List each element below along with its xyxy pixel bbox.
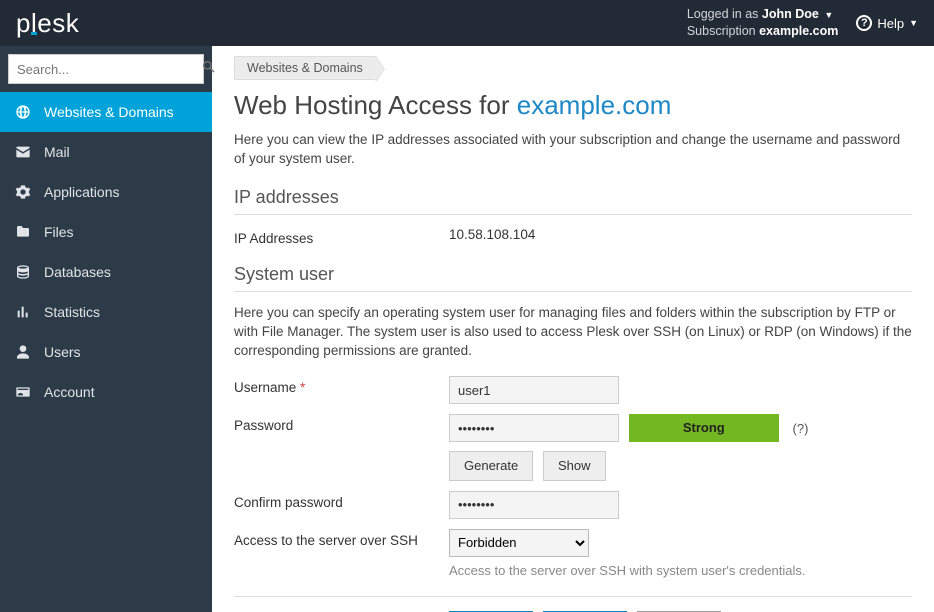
- sidebar-item-applications[interactable]: Applications: [0, 172, 212, 212]
- search-input[interactable]: [9, 62, 201, 77]
- sidebar-item-files[interactable]: Files: [0, 212, 212, 252]
- username-label: Username *: [234, 376, 449, 395]
- ssh-access-select[interactable]: Forbidden: [449, 529, 589, 557]
- sidebar-item-label: Mail: [44, 144, 70, 160]
- ssh-note: Access to the server over SSH with syste…: [449, 563, 912, 578]
- password-hint-icon[interactable]: (?): [793, 415, 809, 443]
- help-label: Help: [877, 16, 904, 31]
- folder-icon: [14, 224, 32, 240]
- side-nav: Websites & Domains Mail Applications Files D…: [0, 92, 212, 412]
- confirm-password-input[interactable]: [449, 491, 619, 519]
- search-box[interactable]: [8, 54, 204, 84]
- subscription-prefix: Subscription: [687, 24, 756, 38]
- password-strength-badge: Strong: [629, 414, 779, 442]
- help-menu[interactable]: ? Help ▼: [856, 15, 918, 31]
- chevron-down-icon[interactable]: ▼: [824, 10, 833, 20]
- sidebar: Websites & Domains Mail Applications Files D…: [0, 46, 212, 612]
- username-input[interactable]: [449, 376, 619, 404]
- mail-icon: [14, 144, 32, 160]
- ssh-access-label: Access to the server over SSH: [234, 529, 449, 548]
- page-title-prefix: Web Hosting Access for: [234, 90, 517, 120]
- subscription-value[interactable]: example.com: [759, 24, 838, 38]
- intro-text: Here you can view the IP addresses assoc…: [234, 131, 912, 169]
- sidebar-item-label: Files: [44, 224, 74, 240]
- sysuser-desc: Here you can specify an operating system…: [234, 304, 912, 361]
- login-block: Logged in as John Doe ▼ Subscription exa…: [687, 6, 839, 41]
- ip-label: IP Addresses: [234, 227, 449, 246]
- sidebar-item-databases[interactable]: Databases: [0, 252, 212, 292]
- page-title: Web Hosting Access for example.com: [234, 90, 912, 121]
- sidebar-item-users[interactable]: Users: [0, 332, 212, 372]
- logged-in-prefix: Logged in as: [687, 7, 759, 21]
- sidebar-item-mail[interactable]: Mail: [0, 132, 212, 172]
- globe-icon: [14, 104, 32, 120]
- topbar: plesk Logged in as John Doe ▼ Subscripti…: [0, 0, 934, 46]
- sidebar-item-label: Databases: [44, 264, 111, 280]
- sidebar-item-label: Websites & Domains: [44, 104, 174, 120]
- chevron-down-icon: ▼: [909, 18, 918, 28]
- sidebar-item-label: Statistics: [44, 304, 100, 320]
- gear-icon: [14, 184, 32, 200]
- sidebar-item-account[interactable]: Account: [0, 372, 212, 412]
- user-name[interactable]: John Doe: [762, 7, 819, 21]
- logo: plesk: [16, 8, 79, 39]
- sidebar-item-websites-domains[interactable]: Websites & Domains: [0, 92, 212, 132]
- ip-value: 10.58.108.104: [449, 227, 912, 242]
- password-input[interactable]: [449, 414, 619, 442]
- confirm-password-label: Confirm password: [234, 491, 449, 510]
- section-ip-heading: IP addresses: [234, 187, 912, 215]
- section-sysuser-heading: System user: [234, 264, 912, 292]
- sidebar-item-label: Users: [44, 344, 81, 360]
- generate-button[interactable]: Generate: [449, 451, 533, 481]
- sidebar-item-statistics[interactable]: Statistics: [0, 292, 212, 332]
- main-content: Websites & Domains Web Hosting Access fo…: [212, 46, 934, 612]
- sidebar-item-label: Account: [44, 384, 95, 400]
- page-title-domain: example.com: [517, 90, 672, 120]
- breadcrumb[interactable]: Websites & Domains: [234, 56, 376, 80]
- bars-icon: [14, 304, 32, 320]
- help-icon: ?: [856, 15, 872, 31]
- password-label: Password: [234, 414, 449, 433]
- user-icon: [14, 344, 32, 360]
- sidebar-item-label: Applications: [44, 184, 120, 200]
- card-icon: [14, 384, 32, 400]
- show-button[interactable]: Show: [543, 451, 606, 481]
- database-icon: [14, 264, 32, 280]
